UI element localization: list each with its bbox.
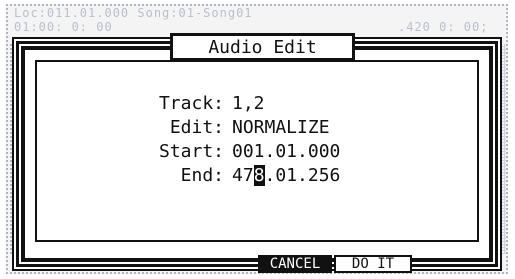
end-value-before: 47: [232, 165, 254, 186]
softkey-bar: CANCEL DO IT: [258, 255, 412, 273]
edit-row[interactable]: Edit: NORMALIZE: [124, 116, 340, 140]
dialog-title: Audio Edit: [170, 33, 355, 61]
end-value-after: .01.256: [264, 165, 341, 186]
status-location-song: Loc:011.01.000 Song:01-Song01: [14, 6, 253, 20]
end-label: End:: [180, 165, 224, 186]
right-grid: [492, 44, 506, 254]
edit-value[interactable]: NORMALIZE: [232, 119, 330, 137]
track-label: Track:: [158, 93, 224, 114]
dialog-title-text: Audio Edit: [208, 36, 317, 58]
track-row[interactable]: Track: 1,2: [124, 92, 340, 116]
status-line-left: 01:00: 0: 00: [14, 20, 113, 34]
end-row[interactable]: End: 478.01.256: [124, 164, 340, 188]
field-list: Track: 1,2 Edit: NORMALIZE Start: 001.01…: [124, 92, 340, 188]
status-line-right: .420 0: 00;: [398, 20, 489, 34]
start-value[interactable]: 001.01.000: [232, 143, 340, 161]
end-value[interactable]: 478.01.256: [232, 165, 341, 186]
cancel-button[interactable]: CANCEL: [258, 255, 332, 273]
edit-cursor[interactable]: 8: [253, 165, 265, 186]
edit-label: Edit:: [169, 117, 224, 138]
left-ticks: [12, 58, 20, 228]
start-label: Start:: [158, 141, 224, 162]
track-value[interactable]: 1,2: [232, 95, 265, 113]
start-row[interactable]: Start: 001.01.000: [124, 140, 340, 164]
do-it-button[interactable]: DO IT: [334, 255, 412, 273]
